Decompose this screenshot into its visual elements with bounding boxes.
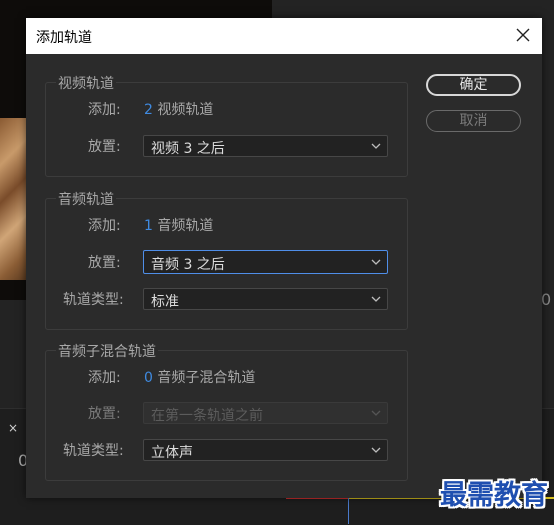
submix-add-label: 添加: [88, 370, 121, 386]
chevron-down-icon [371, 410, 381, 416]
audio-placement-value: 音频 3 之后 [151, 257, 225, 273]
submix-add-unit: 音频子混合轨道 [157, 370, 256, 386]
audio-add-count[interactable]: 1 [144, 218, 153, 234]
close-icon[interactable] [514, 26, 532, 44]
submix-track-type-value: 立体声 [151, 445, 193, 461]
audio-tracks-group: 音频轨道 添加: 1 音频轨道 放置: 音频 3 之后 轨道类型: 标准 [45, 189, 408, 330]
video-add-value: 2 视频轨道 [144, 99, 213, 119]
submix-add-count[interactable]: 0 [144, 370, 153, 386]
audio-track-type-value: 标准 [151, 294, 179, 310]
audio-add-value: 1 音频轨道 [144, 215, 213, 235]
audio-add-label: 添加: [88, 218, 121, 234]
video-frame-thumbnail [0, 118, 28, 280]
audio-track-type-label: 轨道类型: [63, 292, 124, 308]
submix-placement-value: 在第一条轨道之前 [151, 408, 263, 424]
submix-placement-select: 在第一条轨道之前 [143, 402, 388, 424]
video-add-unit: 视频轨道 [157, 102, 214, 118]
video-placement-select[interactable]: 视频 3 之后 [143, 135, 388, 157]
submix-placement-label: 放置: [88, 406, 121, 422]
submix-add-value: 0 音频子混合轨道 [144, 367, 255, 387]
timecode-fragment-right: 0 [541, 290, 552, 309]
video-tracks-title: 视频轨道 [56, 73, 116, 93]
submix-track-type-label: 轨道类型: [63, 443, 124, 459]
video-tracks-group: 视频轨道 添加: 2 视频轨道 放置: 视频 3 之后 [45, 73, 408, 177]
chevron-down-icon [371, 143, 381, 149]
ok-button[interactable]: 确定 [426, 74, 521, 96]
audio-submix-title: 音频子混合轨道 [56, 341, 158, 361]
chevron-down-icon [371, 296, 381, 302]
dialog-titlebar: 添加轨道 [26, 18, 542, 54]
audio-placement-select[interactable]: 音频 3 之后 [143, 250, 388, 274]
video-placement-label: 放置: [88, 139, 121, 155]
video-add-count[interactable]: 2 [144, 102, 153, 118]
submix-track-type-select[interactable]: 立体声 [143, 439, 388, 461]
dialog-title: 添加轨道 [36, 30, 92, 46]
audio-tracks-title: 音频轨道 [56, 189, 116, 209]
add-tracks-dialog: 添加轨道 视频轨道 添加: 2 视频轨道 放置: 视频 3 之后 音频轨道 添加… [26, 18, 542, 498]
video-placement-value: 视频 3 之后 [151, 141, 225, 157]
audio-add-unit: 音频轨道 [157, 218, 214, 234]
audio-track-type-select[interactable]: 标准 [143, 288, 388, 310]
cancel-button[interactable]: 取消 [426, 110, 521, 132]
panel-close-icon[interactable]: × [8, 421, 18, 435]
audio-placement-label: 放置: [88, 255, 121, 271]
audio-submix-group: 音频子混合轨道 添加: 0 音频子混合轨道 放置: 在第一条轨道之前 轨道类型:… [45, 341, 408, 481]
chevron-down-icon [371, 447, 381, 453]
chevron-down-icon [371, 259, 381, 265]
watermark-logo: 最需教育 [440, 480, 548, 511]
video-add-label: 添加: [88, 102, 121, 118]
playhead-line [348, 497, 349, 524]
